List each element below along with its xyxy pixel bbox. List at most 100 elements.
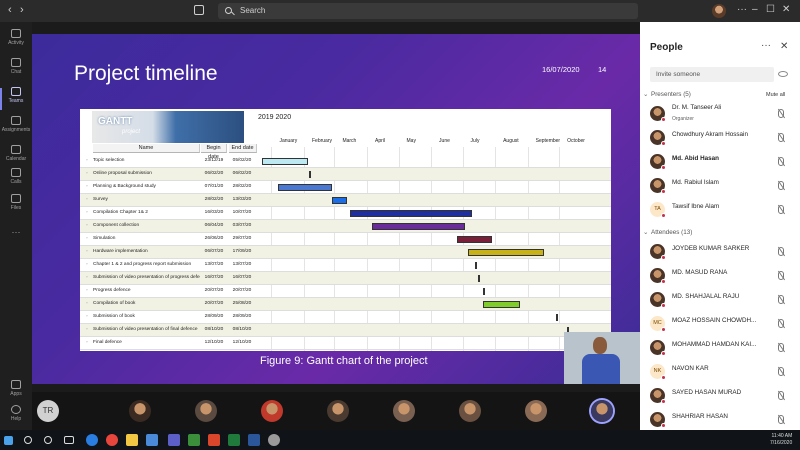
- panel-more-icon[interactable]: ···: [761, 40, 771, 51]
- rail-chat[interactable]: Chat: [0, 58, 32, 75]
- row-expand-icon: ▫: [86, 236, 88, 241]
- mic-muted-icon[interactable]: [778, 157, 784, 166]
- participant-name: MOHAMMAD HAMDAN KAI...: [672, 341, 757, 348]
- participant-row[interactable]: NK NAVON KAR: [640, 360, 800, 384]
- bell-icon: [11, 29, 21, 38]
- clock[interactable]: 11:40 AM 7/16/2020: [770, 433, 792, 447]
- meeting-stage: Project timeline 16/07/2020 14 GANTT pro…: [32, 22, 640, 430]
- gantt-row: ▫ Chapter 1 & 2 and progress report submi…: [80, 259, 611, 272]
- rail-apps[interactable]: Apps: [0, 380, 32, 397]
- mic-muted-icon[interactable]: [778, 247, 784, 256]
- rail-calls[interactable]: Calls: [0, 168, 32, 185]
- more-options-icon[interactable]: ···: [737, 4, 747, 15]
- mic-muted-icon[interactable]: [778, 295, 784, 304]
- task-name: Component collection: [93, 223, 140, 228]
- rail-files[interactable]: Files: [0, 194, 32, 211]
- teams-taskbar-icon[interactable]: [168, 434, 180, 446]
- participant-row[interactable]: Md. Abid Hasan: [640, 150, 800, 174]
- compose-icon[interactable]: [194, 5, 204, 15]
- presenters-toggle[interactable]: ⌄ Presenters (5): [643, 91, 691, 98]
- rail-label: Activity: [8, 40, 24, 46]
- task-end: 06/02/20: [232, 171, 252, 176]
- task-end: 13/03/20: [232, 197, 252, 202]
- task-begin: 06/04/20: [204, 223, 224, 228]
- app-icon[interactable]: [268, 434, 280, 446]
- participant-row[interactable]: SHAHRIAR HASAN: [640, 408, 800, 432]
- participant-row[interactable]: MC MOAZ HOSSAIN CHOWDH...: [640, 312, 800, 336]
- gantt-row: ▫ Component collection 06/04/20 03/07/20: [80, 220, 611, 233]
- invite-input[interactable]: Invite someone: [650, 67, 774, 82]
- gantt-bar: [262, 158, 309, 165]
- store-icon[interactable]: [146, 434, 158, 446]
- forward-icon[interactable]: ›: [20, 4, 24, 16]
- file-explorer-icon[interactable]: [126, 434, 138, 446]
- participant-row[interactable]: MD. SHAHJALAL RAJU: [640, 288, 800, 312]
- cortana-icon[interactable]: [44, 436, 52, 444]
- excel-icon[interactable]: [228, 434, 240, 446]
- participant-row[interactable]: JOYDEB KUMAR SARKER: [640, 240, 800, 264]
- rail-assignments[interactable]: Assignments: [0, 116, 32, 133]
- mic-muted-icon[interactable]: [778, 391, 784, 400]
- phone-icon: [11, 168, 21, 177]
- mic-muted-icon[interactable]: [778, 181, 784, 190]
- mute-all-button[interactable]: Mute all: [766, 92, 785, 98]
- gantt-row: ▫ Compilation Chapter 1& 2 16/03/20 10/07/2…: [80, 207, 611, 220]
- user-avatar[interactable]: [712, 4, 726, 18]
- task-begin: 28/02/20: [204, 197, 224, 202]
- task-begin: 06/07/20: [204, 249, 224, 254]
- participant-avatar: [129, 400, 151, 422]
- rail-more[interactable]: ···: [0, 227, 32, 237]
- gantt-row: ▫ Final defence 12/10/20 12/10/20: [80, 337, 611, 350]
- task-begin: 13/07/20: [204, 262, 224, 267]
- task-end: 10/07/20: [232, 210, 252, 215]
- rail-calendar[interactable]: Calendar: [0, 145, 32, 162]
- row-expand-icon: ▫: [86, 327, 88, 332]
- presenter-video[interactable]: [564, 332, 640, 384]
- search-input[interactable]: Search: [218, 3, 638, 19]
- status-dot: [661, 255, 666, 260]
- rail-help[interactable]: Help: [0, 405, 32, 422]
- rail-label: Chat: [10, 69, 22, 75]
- app-icon[interactable]: [188, 434, 200, 446]
- share-link-icon[interactable]: [778, 71, 788, 77]
- participant-row[interactable]: MD. MASUD RANA: [640, 264, 800, 288]
- participant-row[interactable]: Md. Rabiul Islam: [640, 174, 800, 198]
- rail-teams[interactable]: Teams: [0, 87, 32, 104]
- chrome-icon[interactable]: [106, 434, 118, 446]
- participant-row[interactable]: Chowdhury Akram Hossain: [640, 126, 800, 150]
- mic-muted-icon[interactable]: [778, 205, 784, 214]
- search-icon[interactable]: [24, 436, 32, 444]
- mic-muted-icon[interactable]: [778, 343, 784, 352]
- task-begin: 07/01/20: [204, 184, 224, 189]
- panel-title: People: [650, 42, 683, 53]
- presenters-label: Presenters (5): [651, 91, 691, 98]
- task-end: 28/02/20: [232, 184, 252, 189]
- task-view-icon[interactable]: [64, 436, 74, 444]
- attendees-toggle[interactable]: ⌄ Attendees (13): [643, 229, 692, 236]
- calendar-icon: [11, 145, 21, 154]
- participant-row[interactable]: TA Tawsif Ibne Alam: [640, 198, 800, 222]
- rail-activity[interactable]: Activity: [0, 29, 32, 46]
- mic-muted-icon[interactable]: [778, 367, 784, 376]
- mic-muted-icon[interactable]: [778, 109, 784, 118]
- row-expand-icon: ▫: [86, 275, 88, 280]
- participant-row[interactable]: Dr. M. Tanseer Ali Organizer: [640, 102, 800, 126]
- mic-muted-icon[interactable]: [778, 319, 784, 328]
- back-icon[interactable]: ‹: [8, 4, 12, 16]
- participant-role: Organizer: [672, 116, 694, 122]
- participant-row[interactable]: SAYED HASAN MURAD: [640, 384, 800, 408]
- minimize-button[interactable]: –: [752, 4, 758, 15]
- maximize-button[interactable]: ☐: [766, 4, 775, 15]
- mic-muted-icon[interactable]: [778, 415, 784, 424]
- panel-close-icon[interactable]: ✕: [780, 41, 788, 52]
- participant-tile[interactable]: [564, 398, 644, 426]
- close-button[interactable]: ✕: [782, 4, 790, 15]
- start-icon[interactable]: [4, 436, 13, 445]
- mic-muted-icon[interactable]: [778, 271, 784, 280]
- mic-muted-icon[interactable]: [778, 133, 784, 142]
- edge-icon[interactable]: [86, 434, 98, 446]
- word-icon[interactable]: [248, 434, 260, 446]
- task-begin: 16/03/20: [204, 210, 224, 215]
- powerpoint-icon[interactable]: [208, 434, 220, 446]
- participant-row[interactable]: MOHAMMAD HAMDAN KAI...: [640, 336, 800, 360]
